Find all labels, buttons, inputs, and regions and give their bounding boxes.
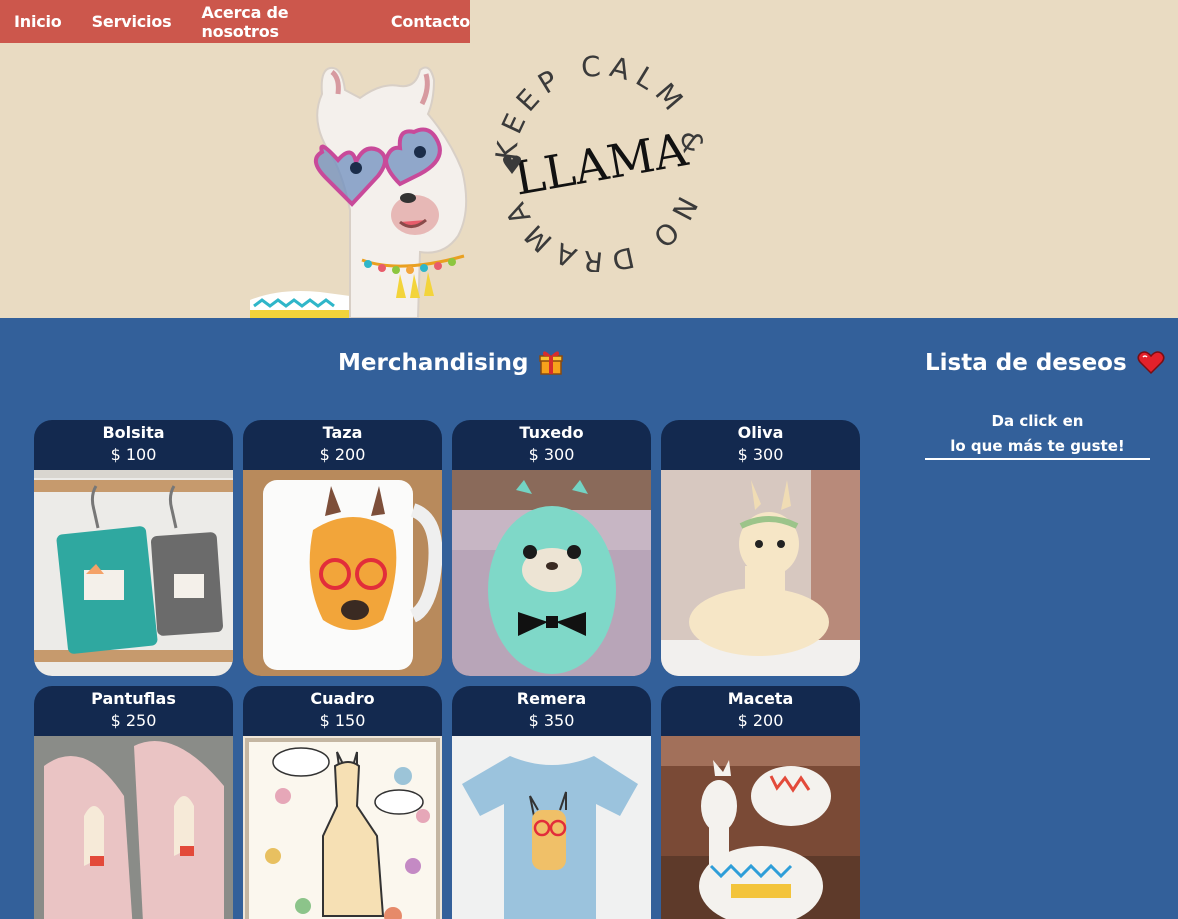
product-card-cuadro[interactable]: Cuadro $ 150 — [243, 686, 442, 919]
product-name: Bolsita — [102, 423, 165, 442]
nav-link-contacto[interactable]: Contacto — [391, 12, 470, 31]
nav-link-inicio[interactable]: Inicio — [14, 12, 62, 31]
product-price: $ 300 — [737, 445, 784, 464]
product-card-header: Maceta $ 200 — [661, 686, 860, 736]
product-price: $ 200 — [319, 445, 366, 464]
nav-link-acerca[interactable]: Acerca de nosotros — [201, 3, 360, 41]
product-price: $ 100 — [110, 445, 157, 464]
product-card-header: Oliva $ 300 — [661, 420, 860, 470]
product-image-plush-bowtie[interactable] — [452, 470, 651, 676]
product-name: Pantuflas — [91, 689, 176, 708]
product-name: Maceta — [727, 689, 794, 708]
product-card-bolsita[interactable]: Bolsita $ 100 — [34, 420, 233, 676]
product-card-header: Pantuflas $ 250 — [34, 686, 233, 736]
product-name: Tuxedo — [519, 423, 584, 442]
product-image-plush-flower-crown[interactable] — [661, 470, 860, 676]
product-image-tshirt[interactable] — [452, 736, 651, 919]
product-price: $ 300 — [528, 445, 575, 464]
product-card-tuxedo[interactable]: Tuxedo $ 300 — [452, 420, 651, 676]
product-card-remera[interactable]: Remera $ 350 — [452, 686, 651, 919]
wishlist-hint-line1: Da click en — [991, 412, 1084, 430]
product-image-coin-purses[interactable] — [34, 470, 233, 676]
product-card-taza[interactable]: Taza $ 200 — [243, 420, 442, 676]
wishlist-title-text: Lista de deseos — [925, 350, 1127, 376]
product-price: $ 350 — [528, 711, 575, 730]
product-image-mug[interactable] — [243, 470, 442, 676]
product-card-maceta[interactable]: Maceta $ 200 — [661, 686, 860, 919]
product-price: $ 250 — [110, 711, 157, 730]
product-card-header: Bolsita $ 100 — [34, 420, 233, 470]
wishlist-divider — [925, 458, 1150, 460]
product-card-pantuflas[interactable]: Pantuflas $ 250 — [34, 686, 233, 919]
main-nav: Inicio Servicios Acerca de nosotros Cont… — [0, 0, 470, 43]
product-name: Cuadro — [310, 689, 375, 708]
product-image-slippers[interactable] — [34, 736, 233, 919]
hero-banner: Inicio Servicios Acerca de nosotros Cont… — [0, 0, 1178, 318]
product-name: Taza — [322, 423, 363, 442]
product-card-header: Remera $ 350 — [452, 686, 651, 736]
product-card-header: Tuxedo $ 300 — [452, 420, 651, 470]
product-card-header: Cuadro $ 150 — [243, 686, 442, 736]
wishlist-hint-line2: lo que más te guste! — [950, 437, 1125, 455]
product-card-oliva[interactable]: Oliva $ 300 — [661, 420, 860, 676]
product-image-planter[interactable] — [661, 736, 860, 919]
merchandising-title: Merchandising — [338, 350, 563, 376]
llama-illustration — [250, 66, 468, 318]
wishlist-hint: Da click en lo que más te guste! — [925, 409, 1150, 459]
logo-center-text: LLAMA — [510, 122, 692, 206]
merchandising-title-text: Merchandising — [338, 350, 529, 376]
product-image-painting[interactable] — [243, 736, 442, 919]
product-price: $ 200 — [737, 711, 784, 730]
gift-icon — [538, 351, 563, 375]
nav-link-servicios[interactable]: Servicios — [92, 12, 172, 31]
product-name: Remera — [516, 689, 587, 708]
wishlist-title: Lista de deseos — [925, 350, 1165, 376]
keep-calm-llama-logo: KEEP CALM & NO DRAMA LLAMA — [489, 49, 704, 272]
heart-icon — [1137, 351, 1165, 375]
product-card-header: Taza $ 200 — [243, 420, 442, 470]
product-price: $ 150 — [319, 711, 366, 730]
product-name: Oliva — [737, 423, 784, 442]
